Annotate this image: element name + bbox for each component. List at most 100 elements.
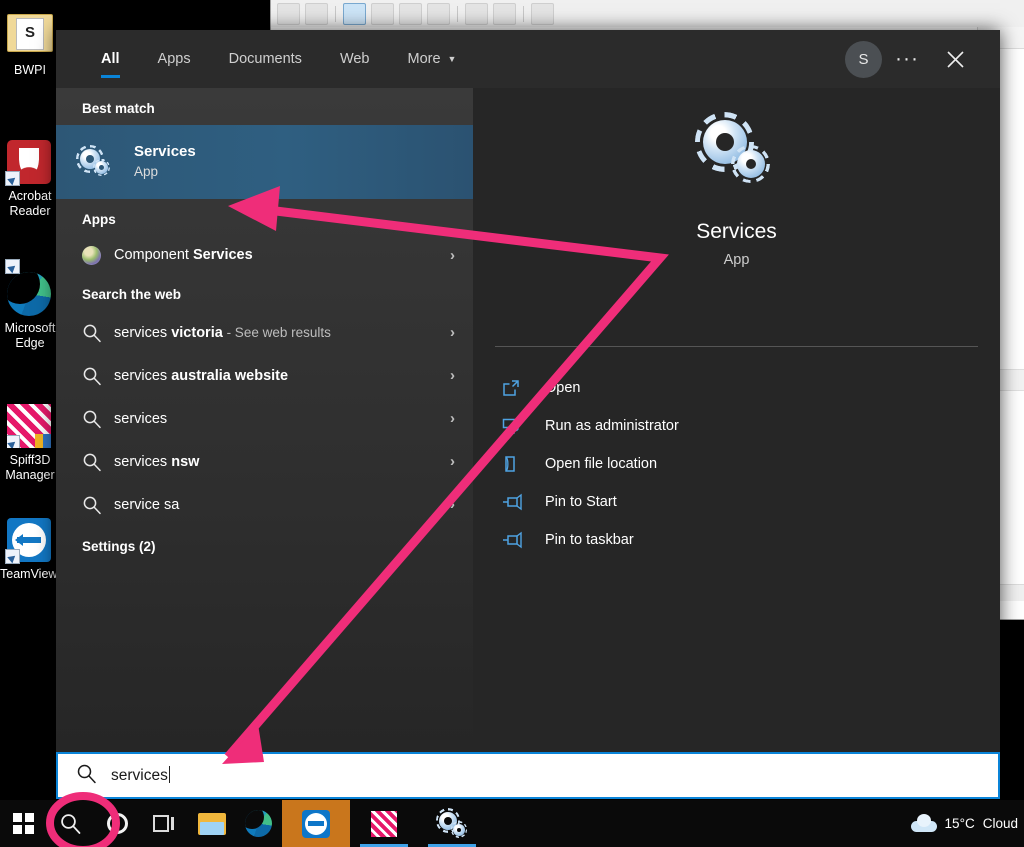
item-prefix: Component bbox=[114, 247, 193, 263]
screen: BWPI Acrobat Reader Microsoft Edge Spiff… bbox=[0, 0, 1024, 847]
folder-icon bbox=[7, 14, 53, 60]
desktop-icon-label: Microsoft Edge bbox=[4, 321, 56, 350]
folder-open-icon bbox=[501, 454, 545, 474]
open-icon bbox=[501, 378, 545, 398]
cortana-icon bbox=[107, 813, 128, 834]
taskbar: 15°C Cloud bbox=[0, 800, 1024, 847]
apps-header: Apps bbox=[82, 212, 116, 227]
chevron-right-icon[interactable]: › bbox=[450, 324, 455, 341]
best-match-header: Best match bbox=[82, 101, 155, 116]
desktop-icon-teamviewer[interactable]: TeamViewer bbox=[0, 518, 60, 582]
list-item-label: services victoria - See web results bbox=[114, 325, 450, 341]
system-tray: 15°C Cloud bbox=[910, 813, 1024, 832]
action-label: Pin to Start bbox=[545, 494, 617, 510]
search-icon bbox=[82, 366, 114, 386]
list-item-label: service sa bbox=[114, 496, 180, 513]
gears-icon bbox=[694, 112, 775, 186]
avatar[interactable]: S bbox=[845, 40, 882, 78]
edge-button[interactable] bbox=[235, 800, 282, 847]
action-label: Open file location bbox=[545, 456, 658, 472]
start-button[interactable] bbox=[0, 800, 47, 847]
tab-label: More bbox=[407, 51, 441, 67]
view-icon[interactable] bbox=[493, 3, 516, 25]
back-icon[interactable] bbox=[277, 3, 300, 25]
weather-condition[interactable]: Cloud bbox=[983, 816, 1018, 831]
search-icon bbox=[82, 409, 114, 429]
chevron-right-icon[interactable]: › bbox=[450, 367, 455, 384]
search-tabs: All Apps Documents Web More ▼ bbox=[56, 30, 475, 88]
chevron-right-icon[interactable]: › bbox=[450, 410, 455, 427]
best-match-result[interactable]: Services App bbox=[56, 125, 473, 199]
mmc-toolbar[interactable] bbox=[271, 1, 1024, 28]
weather-temperature[interactable]: 15°C bbox=[945, 816, 975, 831]
list-item-web-1[interactable]: services australia website › bbox=[56, 354, 473, 397]
list-item-web-0[interactable]: services victoria - See web results › bbox=[56, 311, 473, 354]
chevron-right-icon[interactable]: › bbox=[450, 496, 455, 513]
services-button[interactable] bbox=[418, 800, 486, 847]
list-item-web-2[interactable]: services › bbox=[56, 397, 473, 440]
task-view-button[interactable] bbox=[141, 800, 188, 847]
pin-icon bbox=[501, 492, 545, 512]
more-options-button[interactable]: ··· bbox=[884, 36, 930, 82]
pin-icon bbox=[501, 530, 545, 550]
properties-icon[interactable] bbox=[371, 3, 394, 25]
list-item-label: services bbox=[114, 410, 168, 427]
header-actions: S ··· bbox=[845, 36, 1000, 82]
tab-apps[interactable]: Apps bbox=[139, 30, 210, 88]
list-item-component-services[interactable]: Component Services › bbox=[56, 236, 473, 274]
action-label: Run as administrator bbox=[545, 418, 679, 434]
edge-icon bbox=[245, 810, 272, 837]
action-run-as-administrator[interactable]: Run as administrator bbox=[473, 407, 1000, 445]
tab-documents[interactable]: Documents bbox=[210, 30, 321, 88]
cortana-button[interactable] bbox=[94, 800, 141, 847]
show-console-tree-icon[interactable] bbox=[343, 3, 366, 25]
gears-icon bbox=[76, 145, 112, 178]
refresh-icon[interactable] bbox=[399, 3, 422, 25]
desktop-icon-acrobat-reader[interactable]: Acrobat Reader bbox=[0, 140, 60, 219]
action-open-file-location[interactable]: Open file location bbox=[473, 445, 1000, 483]
start-service-icon[interactable] bbox=[531, 3, 554, 25]
teamviewer-icon bbox=[302, 809, 330, 838]
tab-more[interactable]: More ▼ bbox=[389, 30, 476, 88]
list-item-web-3[interactable]: services nsw › bbox=[56, 440, 473, 483]
list-item-web-4[interactable]: service sa › bbox=[56, 483, 473, 526]
search-input[interactable]: services bbox=[56, 752, 1000, 799]
chevron-right-icon[interactable]: › bbox=[450, 453, 455, 470]
item-prefix: services bbox=[114, 453, 172, 470]
forward-icon[interactable] bbox=[305, 3, 328, 25]
tab-web[interactable]: Web bbox=[321, 30, 389, 88]
action-pin-to-taskbar[interactable]: Pin to taskbar bbox=[473, 521, 1000, 559]
item-match: victoria bbox=[171, 324, 223, 341]
desktop-icon-label: Acrobat Reader bbox=[8, 189, 52, 218]
preview-header: Services App bbox=[473, 88, 1000, 346]
item-prefix: services bbox=[114, 367, 172, 384]
file-explorer-icon bbox=[197, 812, 226, 835]
tab-all[interactable]: All bbox=[82, 30, 139, 88]
search-body: Best match Services App Apps Component S… bbox=[56, 88, 1000, 752]
windows-logo-icon bbox=[13, 813, 34, 834]
chevron-right-icon[interactable]: › bbox=[450, 247, 455, 264]
component-services-icon bbox=[82, 245, 114, 265]
action-open[interactable]: Open bbox=[473, 369, 1000, 407]
help-icon[interactable] bbox=[465, 3, 488, 25]
text-cursor bbox=[168, 766, 171, 783]
spiff3d-button[interactable] bbox=[350, 800, 418, 847]
acrobat-reader-icon bbox=[5, 140, 53, 186]
list-item-label: Component Services bbox=[114, 247, 450, 263]
file-explorer-button[interactable] bbox=[188, 800, 235, 847]
close-button[interactable] bbox=[932, 36, 978, 82]
search-input-value: services bbox=[111, 766, 171, 785]
search-results-pane: Best match Services App Apps Component S… bbox=[56, 88, 473, 752]
preview-subtitle: App bbox=[723, 252, 750, 268]
desktop-icon-bwpi[interactable]: BWPI bbox=[0, 8, 60, 78]
desktop-icon-microsoft-edge[interactable]: Microsoft Edge bbox=[0, 259, 60, 351]
search-flyout: All Apps Documents Web More ▼ S ··· Best… bbox=[56, 30, 1000, 752]
tab-label: Documents bbox=[228, 51, 302, 67]
teamviewer-button[interactable] bbox=[282, 800, 350, 847]
chevron-down-icon: ▼ bbox=[447, 53, 457, 64]
action-pin-to-start[interactable]: Pin to Start bbox=[473, 483, 1000, 521]
search-button[interactable] bbox=[47, 800, 94, 847]
best-match-title: Services bbox=[134, 143, 196, 160]
desktop-icon-spiff3d-manager[interactable]: Spiff3D Manager bbox=[0, 404, 60, 483]
export-list-icon[interactable] bbox=[427, 3, 450, 25]
